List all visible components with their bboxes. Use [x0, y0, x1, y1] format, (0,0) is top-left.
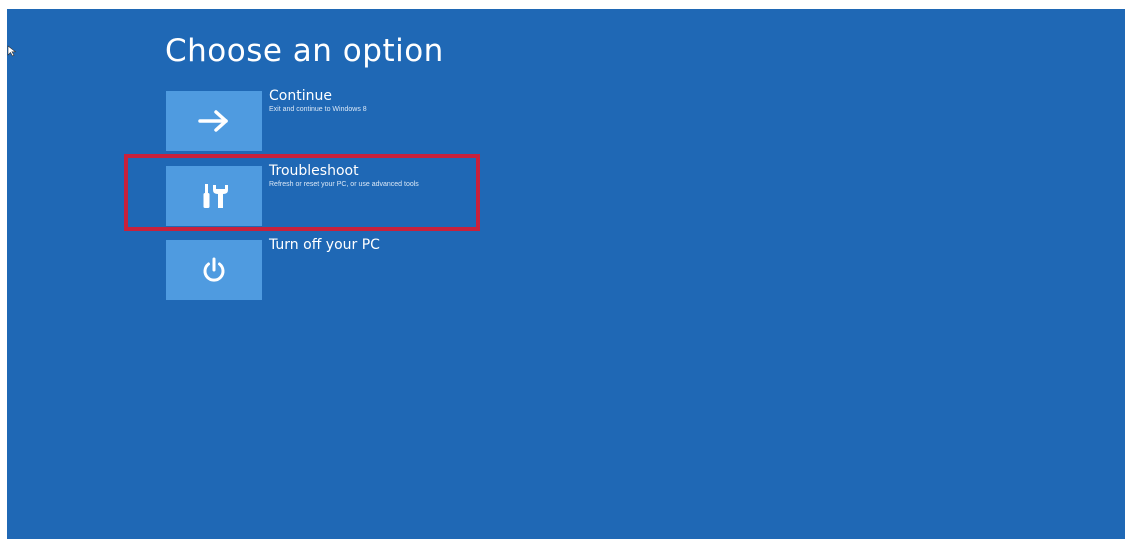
option-turn-off[interactable]: Turn off your PC: [166, 237, 606, 300]
arrow-right-icon: [198, 110, 228, 132]
option-troubleshoot[interactable]: Troubleshoot Refresh or reset your PC, o…: [166, 163, 606, 226]
option-turn-off-text: Turn off your PC: [269, 237, 459, 254]
option-title: Turn off your PC: [269, 237, 380, 253]
mouse-cursor-icon: [7, 45, 17, 57]
recovery-screen: Choose an option Continue Exit and conti…: [7, 9, 1125, 539]
option-troubleshoot-tile[interactable]: [166, 166, 262, 226]
option-description: Exit and continue to Windows 8: [269, 106, 367, 113]
option-continue-text: Continue Exit and continue to Windows 8: [269, 88, 459, 114]
option-description: Refresh or reset your PC, or use advance…: [269, 181, 419, 188]
option-turn-off-tile[interactable]: [166, 240, 262, 300]
option-title: Troubleshoot: [269, 163, 359, 179]
option-title: Continue: [269, 88, 332, 104]
option-continue-tile[interactable]: [166, 91, 262, 151]
tools-icon: [203, 184, 228, 208]
page-title: Choose an option: [165, 33, 444, 69]
option-troubleshoot-text: Troubleshoot Refresh or reset your PC, o…: [269, 163, 459, 189]
option-continue[interactable]: Continue Exit and continue to Windows 8: [166, 88, 606, 151]
power-icon: [203, 257, 225, 282]
